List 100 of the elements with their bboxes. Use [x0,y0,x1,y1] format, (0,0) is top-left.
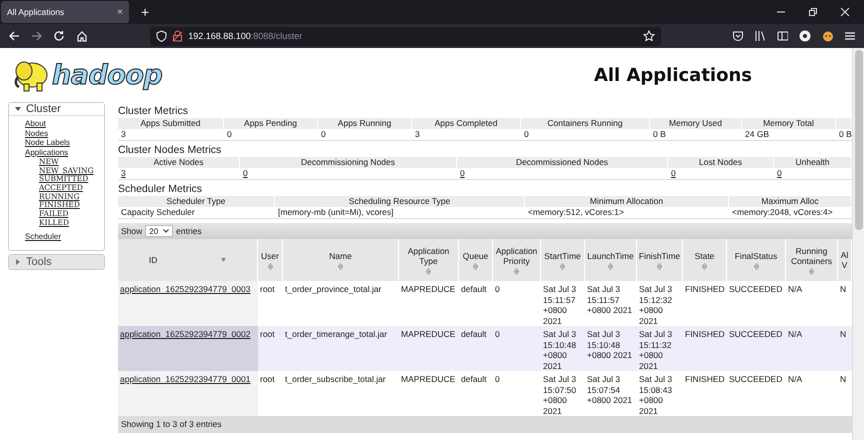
table-cell: root [260,284,275,294]
metric-value: 24 GB [745,129,770,139]
tab-close-button[interactable]: × [117,6,123,18]
column-header[interactable]: State [683,239,727,281]
metric-value: <memory:2048, vCores:4> [732,207,833,217]
table-cell: default [461,329,487,339]
table-cell: FINISHED [685,284,725,294]
table-cell: t_order_timerange_total.jar [285,329,388,339]
column-header[interactable]: LaunchTime [585,239,637,281]
table-cell: t_order_province_total.jar [285,284,382,294]
section-header[interactable]: Tools [9,255,104,270]
library-icon[interactable] [754,30,766,42]
column-header[interactable]: StartTime [541,239,585,281]
metric-value: 3 [121,129,126,139]
sidebar-link[interactable]: Node Labels [25,138,70,148]
table-cell: MAPREDUCE [401,374,456,384]
table-cell: Sat Jul 3 15:07:50 +0800 2021 [543,374,576,416]
column-header: Apps Completed [412,118,521,129]
page-title: All Applications [594,64,752,86]
column-header[interactable]: FinalStatus [727,239,786,281]
section-title: Scheduler Metrics [118,182,204,196]
sidebar-link[interactable]: Scheduler [25,232,62,242]
table-cell: 0 [495,284,500,294]
column-header[interactable]: Running Containers [786,239,838,281]
table-cell: N [840,329,846,339]
column-header[interactable]: Application Priority [493,239,541,281]
column-header[interactable]: Queue [459,239,493,281]
table-cell: 0 [495,374,500,384]
home-icon[interactable] [76,30,88,42]
table-cell: SUCCEEDED [729,329,782,339]
browser-tab[interactable]: All Applications × [1,1,129,23]
column-header: Maximum Alloc [729,196,852,207]
forward-icon[interactable] [30,30,42,42]
sidebar-icon[interactable] [776,30,788,42]
menu-icon[interactable] [844,30,856,42]
column-header: Minimum Allocation [525,196,729,207]
shield-icon [156,30,168,42]
table-cell: N/A [788,284,802,294]
scrollbar[interactable] [852,48,864,440]
column-header: Containers Running [521,118,650,129]
table-cell: N/A [788,329,802,339]
column-header[interactable]: ID [118,239,258,281]
metric-link[interactable]: 0 [777,168,782,178]
chevron-down-icon [163,229,170,233]
table-cell: Sat Jul 3 15:10:48 +0800 2021 [543,329,576,370]
column-header[interactable]: Name [283,239,399,281]
table-cell: SUCCEEDED [729,374,782,384]
metric-value: [memory-mb (unit=Mi), vcores] [278,207,394,217]
caret-right-icon [15,259,21,266]
close-icon[interactable] [840,7,850,17]
metric-value: Capacity Scheduler [121,207,195,217]
extension-icon[interactable] [822,30,834,42]
column-header[interactable]: Application Type [399,239,459,281]
column-header: Scheduler Type [118,196,275,207]
back-icon[interactable] [8,30,20,42]
star-icon[interactable] [642,30,655,42]
sidebar-link[interactable]: Nodes [25,128,48,138]
table-cell: 0 [495,329,500,339]
table-cell: Sat Jul 3 15:11:32 +0800 2021 [639,329,672,370]
page-size-select[interactable]: 20 [145,225,174,237]
sidebar-link[interactable]: About [25,119,46,129]
restore-icon[interactable] [808,7,818,17]
column-header: Scheduling Resource Type [275,196,525,207]
table-cell: MAPREDUCE [401,284,456,294]
entries-label: entries [176,226,202,236]
table-cell: FINISHED [685,374,725,384]
metric-link[interactable]: 0 [243,168,248,178]
column-header: Memory Used [650,118,742,129]
table-cell: FINISHED [685,329,725,339]
metric-value: 0 [524,129,529,139]
column-header: Lost Nodes [668,157,774,168]
table-cell: N [840,284,846,294]
metric-value: 3 [415,129,420,139]
table-cell: Sat Jul 3 15:12:32 +0800 2021 [639,284,672,326]
column-header: Active Nodes [118,157,240,168]
metric-value: 0 [321,129,326,139]
insecure-lock-icon [172,30,184,42]
account-icon[interactable] [799,30,811,42]
table-cell: root [260,374,275,384]
table-cell: root [260,329,275,339]
column-header: Apps Pending [224,118,318,129]
url-text: 192.168.88.100:8088/cluster [188,31,302,41]
table-cell: Sat Jul 3 15:07:54 +0800 2021 [587,374,632,405]
new-tab-button[interactable]: + [141,4,150,20]
column-header[interactable]: User [258,239,283,281]
table-cell: Sat Jul 3 15:08:43 +0800 2021 [639,374,672,416]
address-bar[interactable]: 192.168.88.100:8088/cluster [150,26,661,46]
metric-link[interactable]: 3 [121,168,126,178]
table-cell: Sat Jul 3 15:11:57 +0800 2021 [543,284,576,326]
section-header[interactable]: Cluster [9,103,104,116]
reload-icon[interactable] [53,30,65,42]
pocket-icon[interactable] [732,30,744,42]
column-header[interactable]: Al V [838,239,852,281]
column-header: Decommissioning Nodes [240,157,457,168]
metric-link[interactable]: 0 [671,168,676,178]
table-cell: default [461,374,487,384]
column-header[interactable]: FinishTime [637,239,683,281]
metric-link[interactable]: 0 [460,168,465,178]
sidebar-link[interactable]: Applications [25,148,68,158]
table-cell: SUCCEEDED [729,284,782,294]
